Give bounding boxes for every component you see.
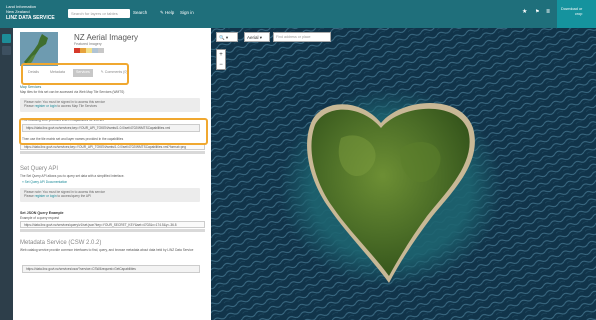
header-search-input[interactable]: Search for layers or tables: [68, 9, 130, 18]
set-query-title: Set Query API: [20, 166, 59, 172]
linz-logo[interactable]: Land Information New Zealand LINZ DATA S…: [6, 4, 66, 24]
signin-notice-line2: Please register or login to access Map T…: [24, 104, 196, 108]
basemap-label: Aerial: [247, 35, 259, 40]
map-view[interactable]: 🔍 ▾ Aerial ▾ Find address or place + −: [211, 28, 596, 320]
list-icon[interactable]: ≣: [546, 9, 550, 15]
tab-highlight: [21, 63, 129, 85]
layer-title: NZ Aerial Imagery: [74, 33, 139, 42]
org-name-line2: New Zealand: [6, 9, 30, 14]
legend-swatch: [98, 48, 104, 53]
query-notice-line2: Please register or login to access/query…: [24, 194, 196, 198]
help-label: Help: [165, 10, 175, 15]
zoom-out-button[interactable]: −: [217, 60, 225, 70]
register-login-link[interactable]: register or login: [35, 104, 57, 108]
search-button[interactable]: Search: [133, 10, 147, 15]
query-scrollbar[interactable]: [20, 229, 205, 232]
help-link[interactable]: ✎ Help: [160, 10, 174, 16]
csw-url-field[interactable]: https://data.linz.govt.nz/services/csw/?…: [22, 265, 200, 273]
json-example-sub: Example of a query request: [20, 216, 59, 220]
layer-subtitle: Featured Imagery: [74, 42, 102, 46]
legend-colorbar: [74, 48, 104, 53]
signin-link[interactable]: Sign in: [180, 10, 194, 15]
layers-icon[interactable]: [2, 34, 11, 43]
query-doc-link-text: Set Query API Documentation: [24, 180, 68, 184]
left-rail: [0, 28, 13, 320]
aerial-imagery: [211, 28, 596, 320]
horizontal-scrollbar[interactable]: [20, 151, 205, 154]
query-notice-prefix: Please: [24, 194, 35, 198]
query-doc-link[interactable]: » Set Query API Documentation: [22, 180, 67, 184]
basemap-select[interactable]: Aerial ▾: [244, 32, 270, 42]
chevron-down-icon: ▾: [258, 35, 263, 40]
notice-suffix: to access Map Tile Services: [56, 104, 97, 108]
map-search-button[interactable]: 🔍 ▾: [216, 32, 238, 42]
metadata-service-text: Web catalog service provide common inter…: [20, 248, 194, 252]
zoom-in-button[interactable]: +: [217, 50, 225, 60]
download-label-2: crop: [575, 12, 583, 16]
wmts-intro: Map tiles for this set can be accessed v…: [20, 90, 125, 94]
query-url-field[interactable]: https://data.linz.govt.nz/services/query…: [20, 221, 205, 228]
query-notice-suffix: to access/query the API: [56, 194, 91, 198]
set-query-intro: The Set Query API allows you to query se…: [20, 174, 125, 178]
download-button[interactable]: Download or crop: [557, 0, 596, 28]
json-example-title: Set JSON Query Example: [20, 211, 64, 215]
add-icon[interactable]: [2, 46, 11, 55]
signin-notice: Please note: You must be signed in to ac…: [20, 98, 200, 112]
chevron-down-icon: ▾: [224, 35, 229, 40]
map-services-title: Map Services: [20, 85, 42, 89]
metadata-service-title: Metadata Service (CSW 2.0.2): [20, 240, 102, 246]
layer-thumbnail: [20, 32, 58, 66]
bookmark-icon[interactable]: ⚑: [535, 9, 539, 15]
top-bar: Land Information New Zealand LINZ DATA S…: [0, 0, 596, 28]
star-icon[interactable]: ★: [522, 8, 527, 15]
zoom-control: + −: [216, 49, 226, 70]
url-highlight: [19, 118, 208, 145]
service-name: LINZ DATA SERVICE: [6, 15, 55, 21]
map-address-search-input[interactable]: Find address or place: [273, 32, 331, 42]
notice-prefix: Please: [24, 104, 35, 108]
query-signin-notice: Please note: You must be signed in to ac…: [20, 188, 200, 202]
query-register-link[interactable]: register or login: [35, 194, 57, 198]
